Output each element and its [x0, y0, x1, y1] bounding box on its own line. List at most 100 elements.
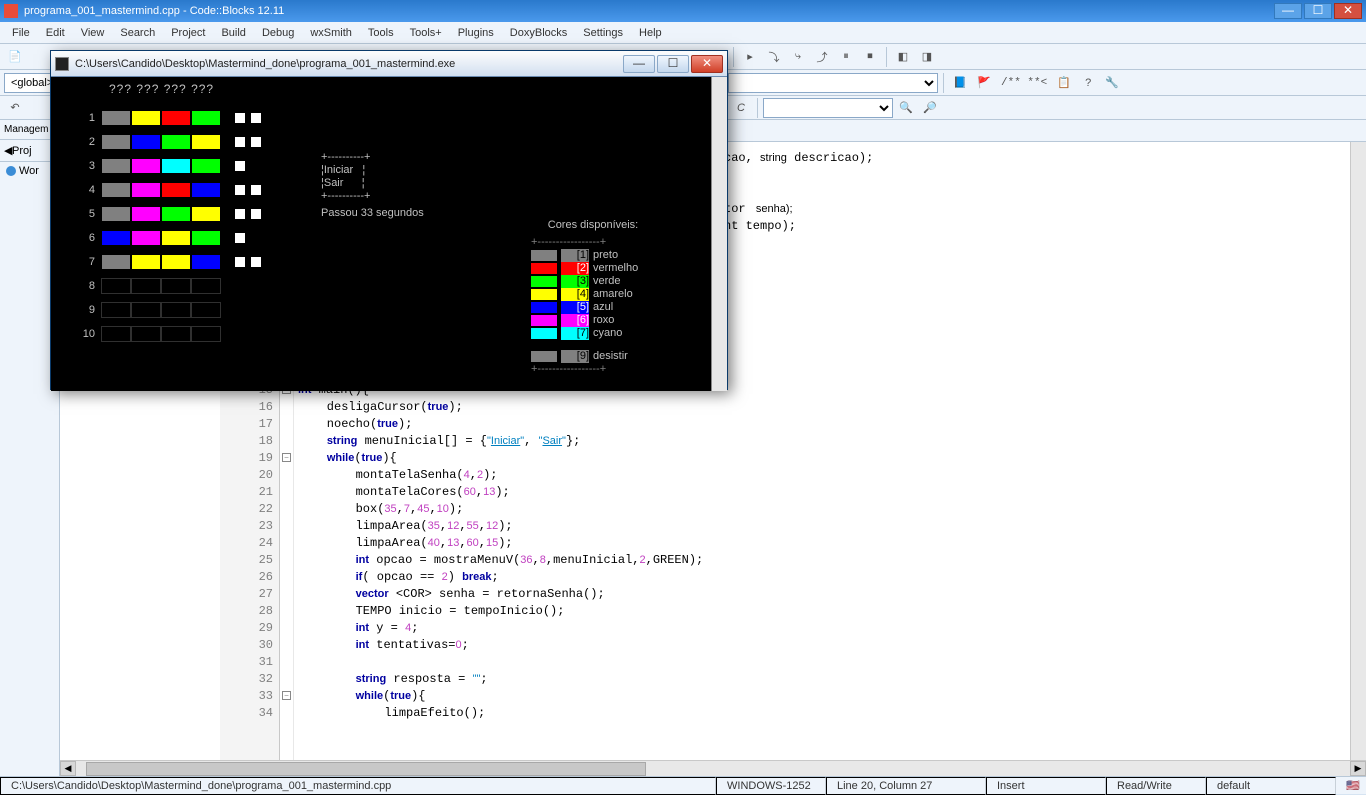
debug-next-icon[interactable]: ⤵	[763, 46, 785, 68]
debug-pause-icon[interactable]: ⏸	[835, 46, 857, 68]
search-combo[interactable]	[763, 98, 893, 118]
color-cell	[191, 110, 221, 126]
flag-icon[interactable]: 🚩	[973, 72, 995, 94]
menu-search[interactable]: Search	[112, 25, 163, 41]
feedback-peg	[251, 257, 261, 267]
search-options-icon[interactable]: 🔎	[919, 97, 941, 119]
book-icon[interactable]: 📘	[949, 72, 971, 94]
console-scrollbar[interactable]	[711, 77, 727, 391]
scroll-thumb[interactable]	[86, 762, 646, 776]
app-icon	[4, 4, 18, 18]
timer-text: Passou 33 segundos	[321, 207, 424, 220]
debug-stop-icon[interactable]: ⏹	[859, 46, 881, 68]
color-cell	[161, 278, 191, 294]
feedback-peg	[235, 209, 245, 219]
giveup-row: [9]desistir	[531, 350, 638, 363]
close-button[interactable]: ✕	[1334, 3, 1362, 19]
color-cell	[131, 182, 161, 198]
wrench-icon[interactable]: 🔧	[1101, 72, 1123, 94]
menu-help[interactable]: Help	[631, 25, 670, 41]
menu-item-sair[interactable]: ¦Sair ¦	[321, 177, 370, 190]
color-cell	[191, 278, 221, 294]
color-cell	[191, 134, 221, 150]
feedback-peg	[251, 113, 261, 123]
menu-tools[interactable]: Tools	[360, 25, 402, 41]
tool-icon[interactable]: ◧	[892, 46, 914, 68]
menu-view[interactable]: View	[73, 25, 113, 41]
status-bar: C:\Users\Candido\Desktop\Mastermind_done…	[0, 776, 1366, 794]
console-titlebar[interactable]: C:\Users\Candido\Desktop\Mastermind_done…	[51, 51, 727, 77]
lang-flag-icon[interactable]: 🇺🇸	[1336, 777, 1366, 795]
feedback-peg	[235, 137, 245, 147]
new-file-icon[interactable]: 📄	[4, 46, 26, 68]
menu-project[interactable]: Project	[163, 25, 213, 41]
guess-row: 5	[79, 202, 261, 226]
color-cell	[101, 254, 131, 270]
horizontal-scrollbar[interactable]: ◀ ▶	[60, 760, 1366, 776]
color-legend-row: [1]preto	[531, 249, 638, 262]
color-cell	[101, 278, 131, 294]
guess-row: 10	[79, 322, 261, 346]
case-icon[interactable]: C	[730, 97, 752, 119]
console-output[interactable]: ??? ??? ??? ??? 12345678910 +----------+…	[51, 77, 711, 391]
color-cell	[101, 158, 131, 174]
menu-settings[interactable]: Settings	[575, 25, 631, 41]
guess-row: 9	[79, 298, 261, 322]
maximize-button[interactable]: ☐	[1304, 3, 1332, 19]
tool-icon[interactable]: 📋	[1053, 72, 1075, 94]
help-icon[interactable]: ?	[1077, 72, 1099, 94]
status-insert: Insert	[986, 777, 1106, 795]
scroll-left-icon[interactable]: ◀	[60, 761, 76, 776]
color-cell	[191, 182, 221, 198]
undo-icon[interactable]: ↶	[4, 97, 26, 119]
feedback-peg	[235, 305, 245, 315]
menu-debug[interactable]: Debug	[254, 25, 302, 41]
minimize-button[interactable]: —	[1274, 3, 1302, 19]
feedback-peg	[251, 161, 261, 171]
color-cell	[191, 230, 221, 246]
status-profile: default	[1206, 777, 1336, 795]
console-close-button[interactable]: ✕	[691, 55, 723, 73]
menu-doxyblocks[interactable]: DoxyBlocks	[502, 25, 575, 41]
color-cell	[101, 110, 131, 126]
color-cell	[161, 206, 191, 222]
feedback-peg	[235, 281, 245, 291]
status-encoding: WINDOWS-1252	[716, 777, 826, 795]
menu-wxsmith[interactable]: wxSmith	[302, 25, 360, 41]
guess-row: 1	[79, 106, 261, 130]
debug-step-icon[interactable]: ▸	[739, 46, 761, 68]
guess-row: 6	[79, 226, 261, 250]
main-titlebar: programa_001_mastermind.cpp - Code::Bloc…	[0, 0, 1366, 22]
console-title: C:\Users\Candido\Desktop\Mastermind_done…	[75, 58, 455, 70]
fold-marker[interactable]: −	[282, 453, 291, 462]
window-title: programa_001_mastermind.cpp - Code::Bloc…	[24, 5, 284, 17]
debug-into-icon[interactable]: ⤷	[787, 46, 809, 68]
menu-item-iniciar[interactable]: ¦Iniciar ¦	[321, 164, 370, 177]
target-combo[interactable]	[728, 73, 938, 93]
menu-build[interactable]: Build	[213, 25, 253, 41]
color-cell	[191, 302, 221, 318]
menu-file[interactable]: File	[4, 25, 38, 41]
console-maximize-button[interactable]: ☐	[657, 55, 689, 73]
vertical-scrollbar[interactable]	[1350, 142, 1366, 760]
menu-edit[interactable]: Edit	[38, 25, 73, 41]
color-cell	[131, 206, 161, 222]
guess-row: 7	[79, 250, 261, 274]
menu-tools+[interactable]: Tools+	[402, 25, 450, 41]
tool-icon[interactable]: ◨	[916, 46, 938, 68]
debug-out-icon[interactable]: ⤴	[811, 46, 833, 68]
color-cell	[101, 326, 131, 342]
console-minimize-button[interactable]: —	[623, 55, 655, 73]
color-cell	[101, 182, 131, 198]
comment-icon[interactable]: /** **<	[997, 72, 1051, 94]
feedback-peg	[251, 137, 261, 147]
guess-row: 2	[79, 130, 261, 154]
menu-plugins[interactable]: Plugins	[450, 25, 502, 41]
feedback-peg	[235, 233, 245, 243]
feedback-peg	[251, 233, 261, 243]
guess-row: 8	[79, 274, 261, 298]
fold-marker[interactable]: −	[282, 691, 291, 700]
color-cell	[161, 254, 191, 270]
scroll-right-icon[interactable]: ▶	[1350, 761, 1366, 776]
search-icon[interactable]: 🔍	[895, 97, 917, 119]
